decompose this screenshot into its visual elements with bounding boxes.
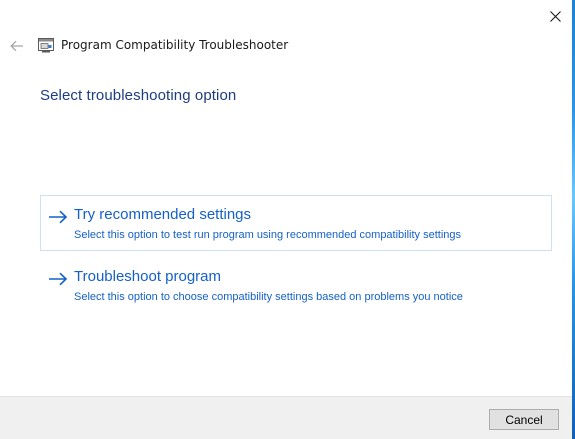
back-button[interactable]	[8, 37, 26, 55]
dialog-footer: Cancel	[0, 396, 572, 439]
arrow-right-icon	[49, 272, 68, 286]
troubleshooter-window: Program Compatibility Troubleshooter Sel…	[0, 0, 575, 439]
window-header: Program Compatibility Troubleshooter	[0, 34, 575, 58]
close-button[interactable]	[545, 6, 565, 26]
option-title: Troubleshoot program	[74, 268, 222, 285]
arrow-right-icon	[49, 210, 68, 224]
window-title: Program Compatibility Troubleshooter	[61, 38, 289, 52]
cancel-button[interactable]: Cancel	[489, 409, 559, 430]
page-title: Select troubleshooting option	[40, 87, 237, 104]
option-description: Select this option to choose compatibili…	[74, 291, 463, 303]
back-arrow-icon	[10, 40, 23, 52]
close-icon	[549, 10, 561, 22]
option-description: Select this option to test run program u…	[74, 229, 462, 241]
option-title: Try recommended settings	[74, 206, 252, 223]
option-try-recommended-settings[interactable]: Try recommended settings Select this opt…	[40, 195, 552, 251]
troubleshooter-app-icon	[38, 38, 54, 53]
option-troubleshoot-program[interactable]: Troubleshoot program Select this option …	[40, 257, 552, 313]
